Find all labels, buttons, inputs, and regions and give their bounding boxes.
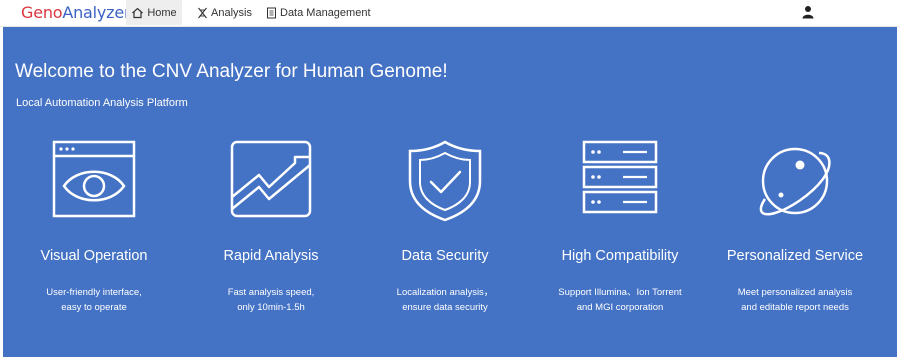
nav-item-data-management[interactable]: Data Management	[266, 0, 371, 25]
hero-title: Welcome to the CNV Analyzer for Human Ge…	[15, 61, 448, 82]
trend-chart-icon	[230, 140, 312, 218]
nav-label-analysis: Analysis	[211, 6, 252, 19]
feature-desc-line: and MGI corporation	[576, 302, 664, 313]
logo-text-analyzer: Analyzer	[62, 3, 131, 22]
nav-label-data-management: Data Management	[280, 6, 371, 19]
feature-description: Support Illumina、Ion Torrent and MGI cor…	[530, 285, 710, 315]
feature-desc-line: ensure data security	[402, 302, 488, 313]
feature-description: User-friendly interface, easy to operate	[4, 285, 184, 315]
nav-item-analysis[interactable]: Analysis	[197, 0, 252, 25]
feature-description: Meet personalized analysis and editable …	[705, 285, 885, 315]
dna-icon	[198, 7, 207, 18]
feature-title: High Compatibility	[561, 248, 679, 264]
hero-banner: Welcome to the CNV Analyzer for Human Ge…	[3, 27, 897, 357]
server-stack-icon	[582, 140, 658, 214]
user-icon[interactable]	[802, 5, 814, 19]
top-navbar: GenoAnalyzer Home Analysis Data Manageme…	[0, 0, 900, 27]
logo-text-geno: Geno	[21, 3, 63, 22]
feature-desc-line: Localization analysis，	[396, 287, 494, 298]
feature-desc-line: only 10min-1.5h	[237, 302, 305, 313]
feature-desc-line: and editable report needs	[741, 302, 849, 313]
feature-title: Data Security	[401, 248, 489, 264]
feature-desc-line: Fast analysis speed,	[227, 287, 315, 298]
shield-check-icon	[408, 140, 482, 222]
feature-desc-line: Support Illumina、Ion Torrent	[558, 287, 682, 298]
hero-subtitle: Local Automation Analysis Platform	[16, 97, 188, 109]
home-icon	[132, 7, 144, 18]
document-icon	[267, 7, 276, 18]
feature-high-compatibility: High Compatibility Support Illumina、Ion …	[530, 139, 710, 339]
feature-title: Personalized Service	[726, 248, 864, 264]
feature-personalized-service: Personalized Service Meet personalized a…	[705, 139, 885, 339]
feature-desc-line: Meet personalized analysis	[737, 287, 853, 298]
feature-title: Visual Operation	[40, 248, 148, 264]
eye-window-icon	[52, 140, 136, 218]
feature-title: Rapid Analysis	[223, 248, 319, 264]
nav-label-home: Home	[147, 6, 177, 19]
feature-description: Fast analysis speed, only 10min-1.5h	[181, 285, 361, 315]
nav-item-home[interactable]: Home	[126, 0, 182, 25]
feature-desc-line: User-friendly interface,	[46, 287, 142, 298]
feature-description: Localization analysis， ensure data secur…	[355, 285, 535, 315]
feature-rapid-analysis: Rapid Analysis Fast analysis speed, only…	[181, 139, 361, 339]
app-logo[interactable]: GenoAnalyzer	[21, 3, 131, 22]
planet-icon	[759, 147, 831, 216]
feature-desc-line: easy to operate	[61, 302, 127, 313]
feature-visual-operation: Visual Operation User-friendly interface…	[4, 139, 184, 339]
feature-data-security: Data Security Localization analysis， ens…	[355, 139, 535, 339]
